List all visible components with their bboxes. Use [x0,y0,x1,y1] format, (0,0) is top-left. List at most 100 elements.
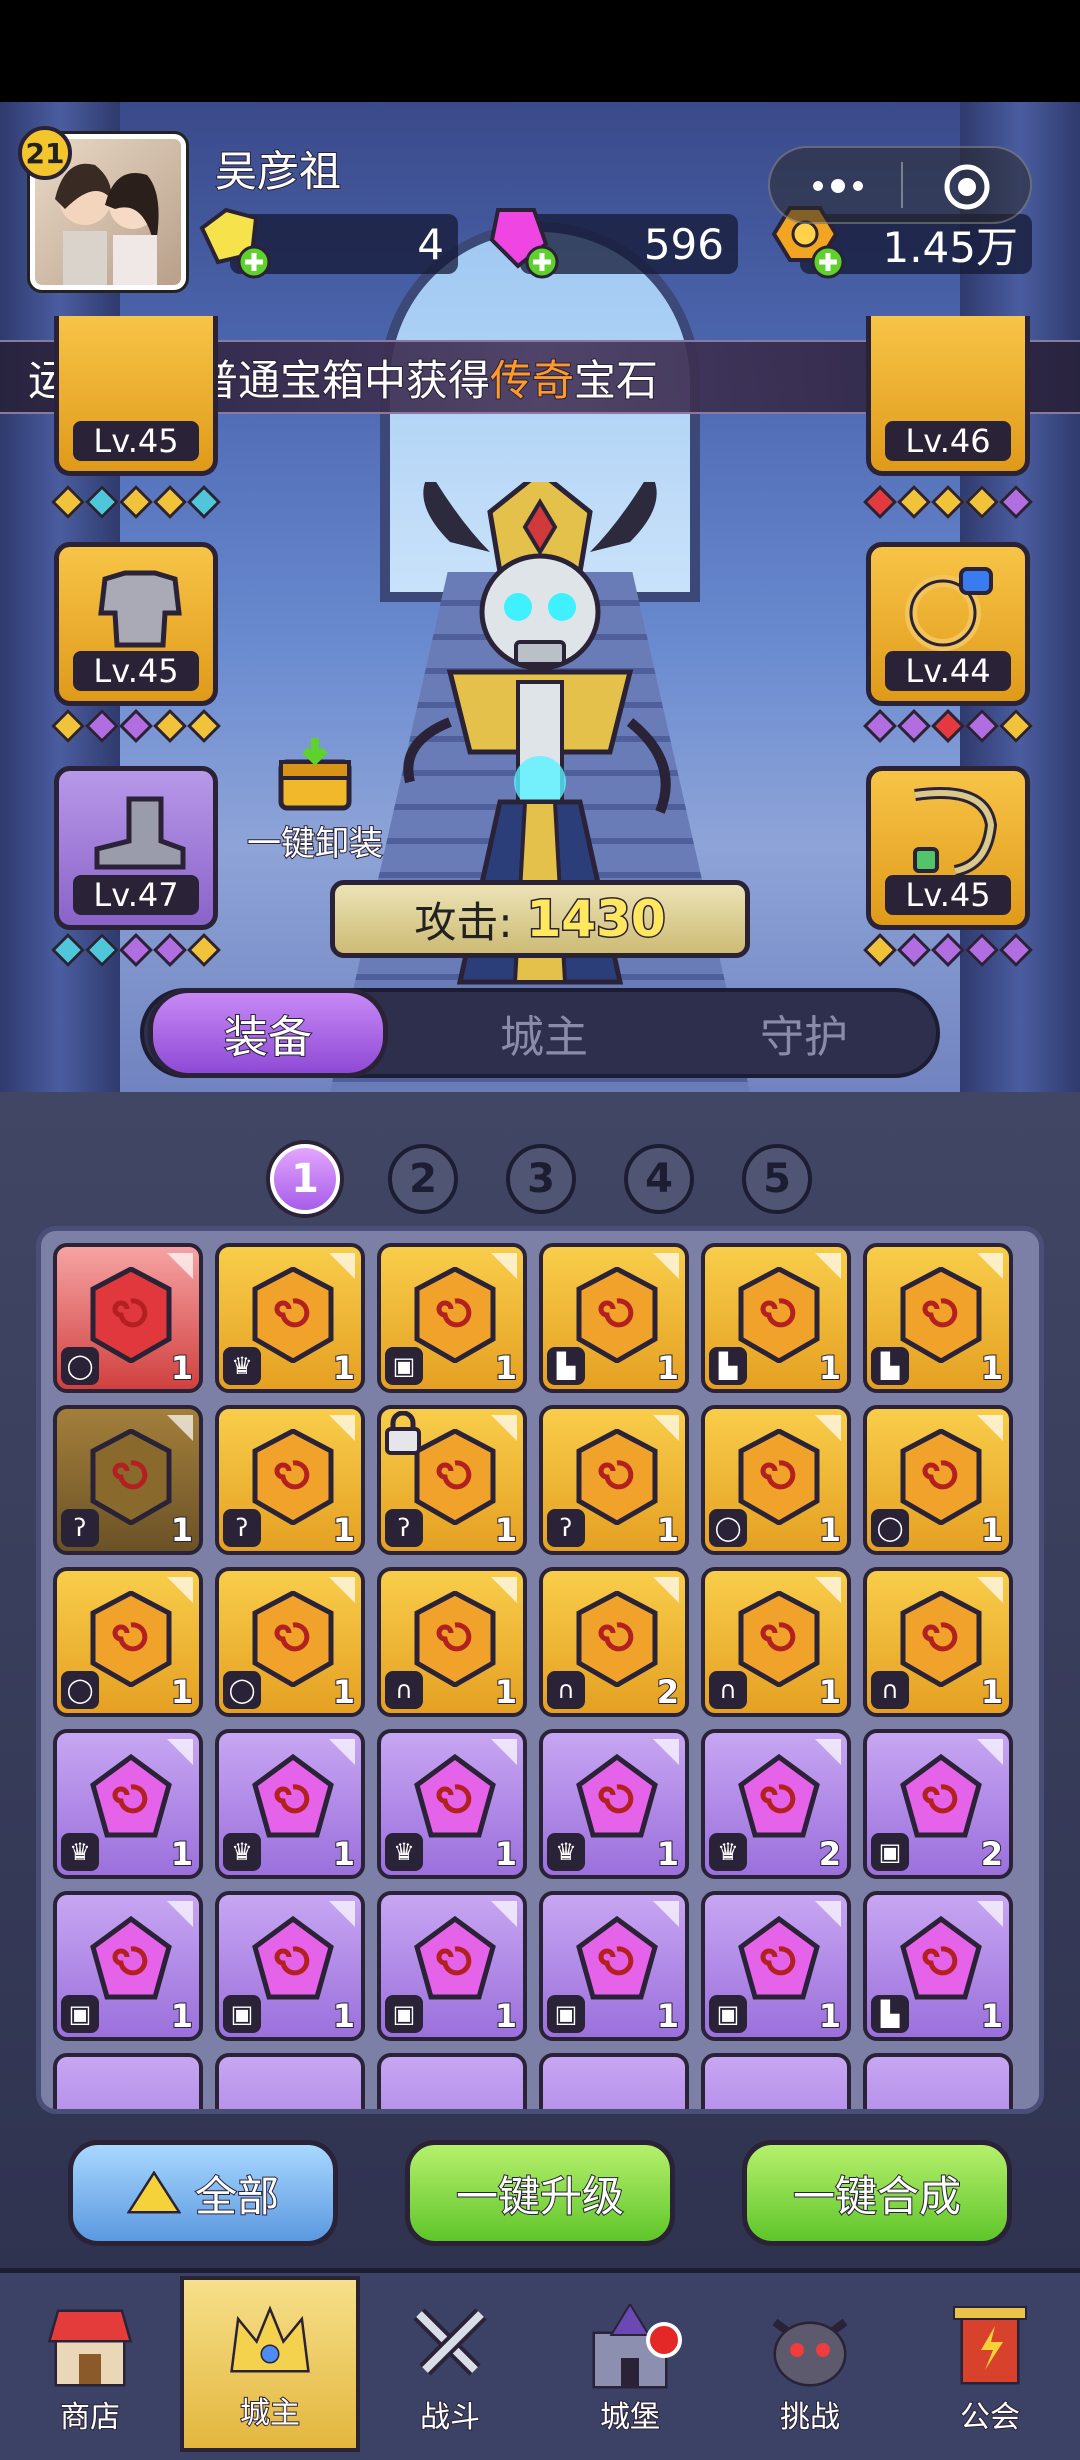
gem-slot-type-icon: ▣ [385,1347,423,1385]
equip-slot-hook[interactable]: Lv.46 [866,316,1030,476]
gem-cell[interactable] [701,2053,851,2109]
one-click-merge-button[interactable]: 一键合成 [742,2140,1012,2246]
gem-cell[interactable]: ʔ1 [539,1405,689,1555]
equip-slot-amulet[interactable]: Lv.45 [866,766,1030,930]
nav-challenge[interactable]: 挑战 [720,2276,900,2452]
gem-cell[interactable] [863,2053,1013,2109]
gem-cell[interactable]: ▣ 1 [215,1891,365,2041]
boots-level: Lv.47 [73,875,199,915]
gold-crystal-icon[interactable] [196,204,274,282]
gem-cell[interactable]: ♛ 1 [53,1729,203,1879]
nav-castle[interactable]: 城堡 [540,2276,720,2452]
gem-cell[interactable]: ∩ 1 [377,1567,527,1717]
armor-gem-sockets [51,709,221,743]
gem-count: 1 [656,1348,680,1388]
gem-slot-type-icon: ▣ [547,1995,585,2033]
one-click-upgrade-button[interactable]: 一键升级 [405,2140,675,2246]
equipment-tabs: 装备 城主 守护 [140,988,940,1078]
armor-level: Lv.45 [73,651,199,691]
gem-cell[interactable]: ◯ 1 [53,1567,203,1717]
gem-cell[interactable]: ♛ 1 [377,1729,527,1879]
gem-icon [252,1753,334,1838]
gem-cell[interactable]: ▣ 1 [539,1891,689,2041]
gem-slot-type-icon: ∩ [547,1671,585,1709]
gem-cell[interactable] [215,2053,365,2109]
nav-guild[interactable]: 公会 [900,2276,1080,2452]
page-2-button[interactable]: 2 [388,1144,458,1214]
page-5-button[interactable]: 5 [742,1144,812,1214]
nav-shop[interactable]: 商店 [0,2276,180,2452]
gem-count: 1 [656,1834,680,1874]
gem-cell[interactable]: ∩ 1 [863,1567,1013,1717]
gem-cell[interactable]: ∩ 1 [701,1567,851,1717]
gem-cell[interactable]: ▣ 2 [863,1729,1013,1879]
unequip-all-button[interactable]: 一键卸装 [240,736,390,866]
attack-label: 攻击: [414,897,513,947]
gem-cell[interactable]: ʔ1 [215,1405,365,1555]
gem-slot-type-icon: ▣ [871,1833,909,1871]
gem-cell[interactable]: ♛ 1 [215,1243,365,1393]
equip-slot-crown[interactable]: Lv.45 [54,316,218,476]
gem-cell[interactable]: ▣ 1 [377,1891,527,2041]
gem-icon [738,1915,820,2000]
gem-cell[interactable] [377,2053,527,2109]
gem-slot-type-icon: ♛ [223,1833,261,1871]
gem-cell[interactable]: ▙ 1 [539,1243,689,1393]
gem-cell[interactable]: ▙ 1 [863,1891,1013,2041]
gem-icon [900,1915,982,2000]
nav-battle[interactable]: 战斗 [360,2276,540,2452]
gem-cell[interactable]: ◯ 1 [863,1405,1013,1555]
gem-slot-type-icon: ▣ [61,1995,99,2033]
tab-lord[interactable]: 城主 [424,992,664,1074]
gem-cell[interactable]: ♛ 1 [215,1729,365,1879]
more-options-icon[interactable] [808,174,868,198]
tab-guard[interactable]: 守护 [684,992,924,1074]
armor-icon [98,570,182,648]
gem-cell[interactable]: ▙ 1 [701,1243,851,1393]
gem-slot-type-icon: ♛ [547,1833,585,1871]
gem-slot-type-icon: ∩ [709,1671,747,1709]
nav-lord[interactable]: 城主 [180,2276,360,2452]
gem-cell[interactable]: ▣ 1 [53,1891,203,2041]
gem-cell[interactable]: ▙ 1 [863,1243,1013,1393]
gem-icon [414,1915,496,2000]
gem-cell[interactable]: ◯ 1 [53,1243,203,1393]
gem-slot-type-icon: ∩ [871,1671,909,1709]
gem-cell[interactable]: ◯ 1 [215,1567,365,1717]
gem-count: 1 [170,1510,194,1550]
gem-slot-type-icon: ▣ [709,1995,747,2033]
equip-slot-ring[interactable]: Lv.44 [866,542,1030,706]
page-1-button[interactable]: 1 [270,1144,340,1214]
gem-cell[interactable]: ▣ 1 [701,1891,851,2041]
hook-level: Lv.46 [885,421,1011,461]
pink-gem-icon[interactable] [484,204,562,282]
gem-cell[interactable]: ♛ 1 [539,1729,689,1879]
gem-cell[interactable]: ◯ 1 [701,1405,851,1555]
boots-icon [94,796,186,870]
gem-cell[interactable]: ʔ1 [53,1405,203,1555]
equip-slot-armor[interactable]: Lv.45 [54,542,218,706]
gem-icon [900,1429,982,1525]
tab-equipment[interactable]: 装备 [148,988,388,1078]
equip-slot-boots[interactable]: Lv.47 [54,766,218,930]
gem-cell[interactable]: ♛ 2 [701,1729,851,1879]
gem-count: 2 [818,1834,842,1874]
gem-slot-type-icon: ♛ [61,1833,99,1871]
ring-icon [905,567,993,651]
gem-cell[interactable] [53,2053,203,2109]
gem-cell[interactable] [539,2053,689,2109]
page-3-button[interactable]: 3 [506,1144,576,1214]
gem-slot-type-icon: ʔ [385,1509,423,1547]
page-4-button[interactable]: 4 [624,1144,694,1214]
gem-cell[interactable]: ∩ 2 [539,1567,689,1717]
gem-icon [252,1267,334,1363]
gem-inventory-grid: ◯ 1 ♛ 1 ▣ 1 ▙ 1 ▙ 1 ▙ 1 ʔ 1 ʔ 1 ʔ 1 ʔ 1 ◯ 1 ◯ 1 ◯ 1 ◯ 1 ∩ 1 ∩ 2 ∩ 1 ∩ 1 ♛ 1 ♛ 1… [36,1226,1044,2114]
gem-count: 1 [818,1996,842,2036]
gem-count: 1 [332,1348,356,1388]
ticker-highlight: 传奇 [489,355,575,406]
close-miniprogram-icon[interactable] [942,162,992,212]
gem-icon [414,1429,496,1525]
filter-all-button[interactable]: 全部 [68,2140,338,2246]
gem-cell[interactable]: ▣ 1 [377,1243,527,1393]
gem-cell[interactable]: ʔ1 [377,1405,527,1555]
